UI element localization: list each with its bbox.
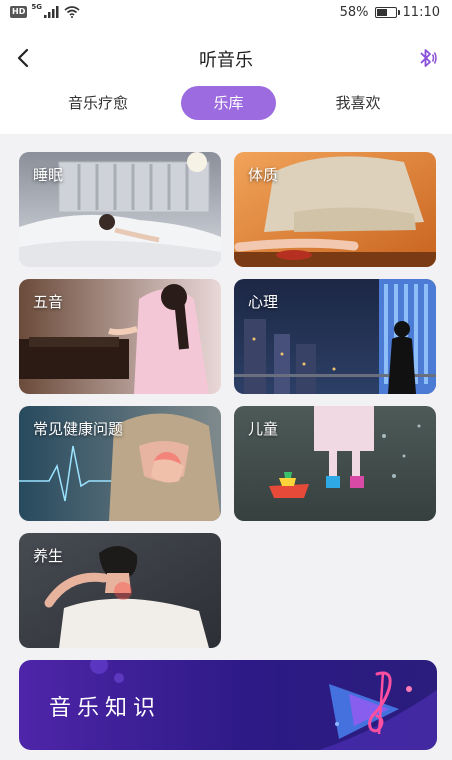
bluetooth-icon — [420, 49, 437, 67]
status-bar: HD 5G 58% 11:10 — [0, 0, 452, 28]
category-card-constitution[interactable]: 体质 — [234, 152, 436, 267]
header: 听音乐 音乐疗愈 乐库 我喜欢 — [0, 28, 452, 134]
category-card-psychology[interactable]: 心理 — [234, 279, 436, 394]
library-content: 睡眠 体质 五音 心理 常见健康问题 儿童 养生 音乐知识 — [0, 134, 452, 760]
music-knowledge-banner[interactable]: 音乐知识 — [19, 660, 437, 750]
bluetooth-button[interactable] — [412, 44, 440, 72]
banner-title: 音乐知识 — [49, 696, 162, 721]
battery-percent: 58% — [339, 5, 369, 20]
page-title: 听音乐 — [199, 50, 253, 71]
category-label: 常见健康问题 — [33, 420, 124, 438]
hd-badge: HD — [10, 6, 28, 18]
category-card-common-health[interactable]: 常见健康问题 — [19, 406, 221, 521]
clock: 11:10 — [402, 5, 440, 20]
status-right: 58% 11:10 — [340, 5, 440, 20]
wifi-icon — [64, 6, 80, 18]
category-card-sleep[interactable]: 睡眠 — [19, 152, 221, 267]
battery-icon — [374, 7, 400, 18]
category-label: 养生 — [33, 547, 64, 565]
status-left: HD 5G — [10, 3, 80, 18]
category-label: 五音 — [33, 293, 64, 311]
tab-bar: 音乐疗愈 乐库 我喜欢 — [0, 86, 452, 120]
tab-favorites[interactable]: 我喜欢 — [310, 86, 406, 120]
category-label: 心理 — [248, 293, 279, 311]
category-label: 体质 — [248, 166, 279, 184]
tab-library[interactable]: 乐库 — [181, 86, 276, 120]
category-card-children[interactable]: 儿童 — [234, 406, 436, 521]
signal-icon — [43, 6, 59, 18]
tab-music-therapy[interactable]: 音乐疗愈 — [48, 86, 148, 120]
category-card-five-tones[interactable]: 五音 — [19, 279, 221, 394]
category-card-wellness[interactable]: 养生 — [19, 533, 221, 648]
category-label: 睡眠 — [33, 166, 64, 184]
network-type: 5G — [31, 3, 42, 11]
category-label: 儿童 — [248, 420, 279, 438]
music-note-icon — [329, 671, 412, 739]
